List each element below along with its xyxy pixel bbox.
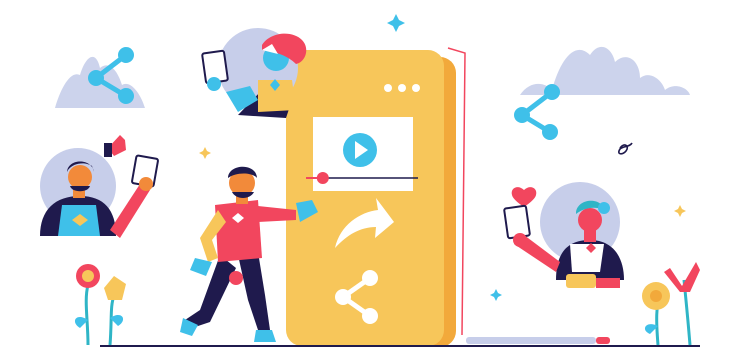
heart-icon bbox=[511, 187, 537, 207]
sparkle-icon bbox=[199, 147, 211, 159]
illustration-scene bbox=[40, 14, 700, 347]
sparkle-icon bbox=[674, 205, 686, 217]
flowers-left bbox=[74, 264, 126, 346]
phone-body bbox=[286, 50, 444, 346]
sparkle-icon bbox=[490, 289, 502, 301]
pencil-decoration bbox=[466, 337, 596, 344]
video-progress-handle bbox=[316, 172, 329, 184]
squiggle-decoration bbox=[618, 142, 633, 155]
sparkle-icon bbox=[387, 14, 405, 32]
flowers-right bbox=[642, 262, 700, 346]
menu-dots-icon bbox=[384, 84, 420, 92]
pencil-tip bbox=[596, 337, 610, 344]
